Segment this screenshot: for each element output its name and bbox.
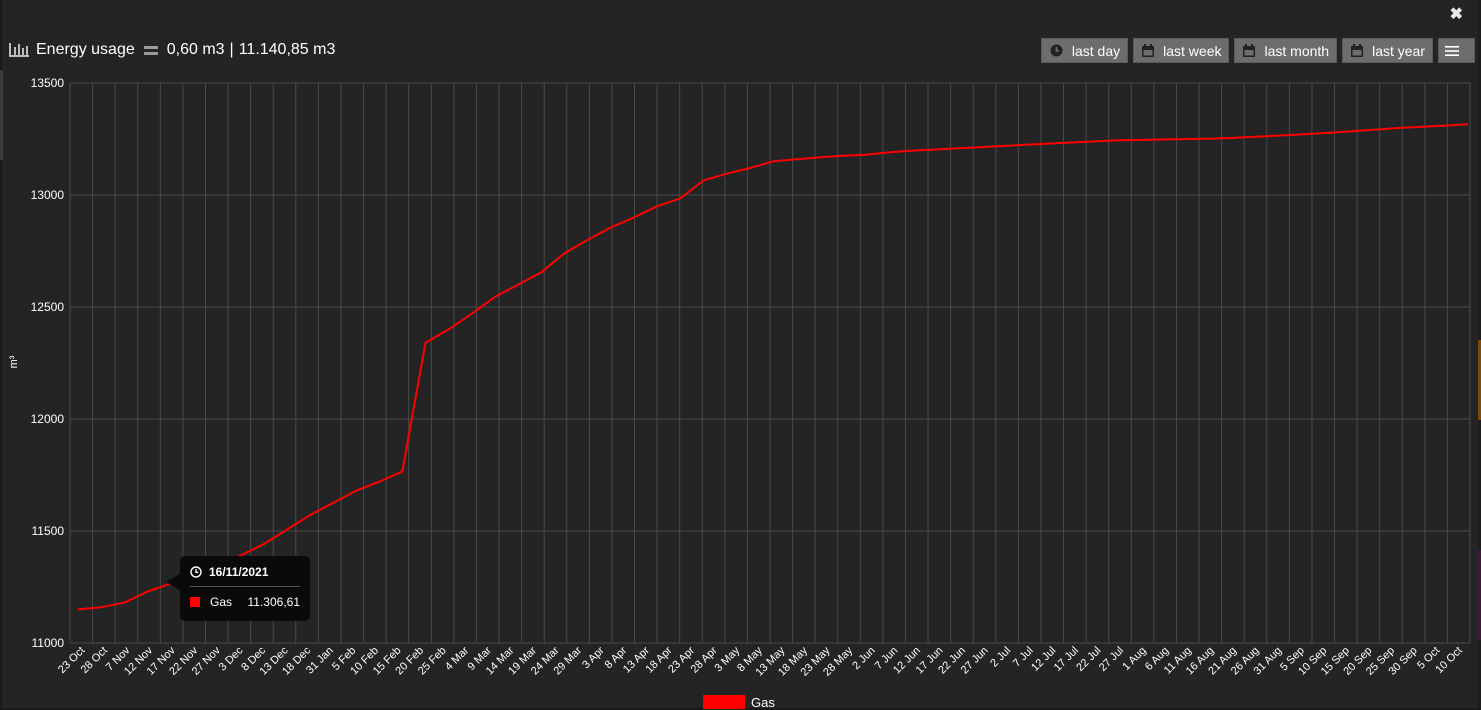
tooltip-divider: [190, 586, 300, 587]
series-line-gas[interactable]: [77, 123, 1469, 611]
y-tick-label: 11500: [32, 524, 65, 538]
y-tick-label: 12500: [31, 300, 65, 314]
x-tick-label: 27 Jul: [1097, 645, 1126, 674]
x-tick-label: 3 Apr: [580, 644, 607, 671]
y-tick-label: 13500: [31, 76, 65, 90]
x-tick-label: 1 Aug: [1120, 645, 1148, 673]
y-tick-label: 11000: [32, 636, 65, 650]
x-tick-label: 3 Dec: [217, 644, 246, 673]
x-tick-label: 12 Jul: [1029, 645, 1058, 674]
clock-icon: [190, 566, 202, 578]
x-tick-label: 4 Mar: [443, 644, 472, 673]
x-tick-label: 17 Jul: [1052, 645, 1081, 674]
x-tick-label: 22 Jul: [1074, 645, 1103, 674]
x-tick-label: 28 Apr: [689, 644, 720, 675]
y-axis-label: m³: [8, 355, 20, 368]
tooltip-series: Gas: [210, 595, 233, 609]
y-tick-label: 13000: [31, 188, 65, 202]
tooltip-value: 11.306,61: [247, 595, 301, 609]
x-tick-label: 2 Jul: [988, 645, 1013, 670]
series-swatch: [190, 597, 200, 607]
legend-swatch: [703, 695, 745, 709]
y-tick-label: 12000: [31, 412, 65, 426]
data-tooltip: 16/11/2021 Gas 11.306,61: [166, 556, 310, 621]
tooltip-date: 16/11/2021: [209, 565, 269, 579]
x-tick-label: 2 Jun: [850, 645, 878, 673]
